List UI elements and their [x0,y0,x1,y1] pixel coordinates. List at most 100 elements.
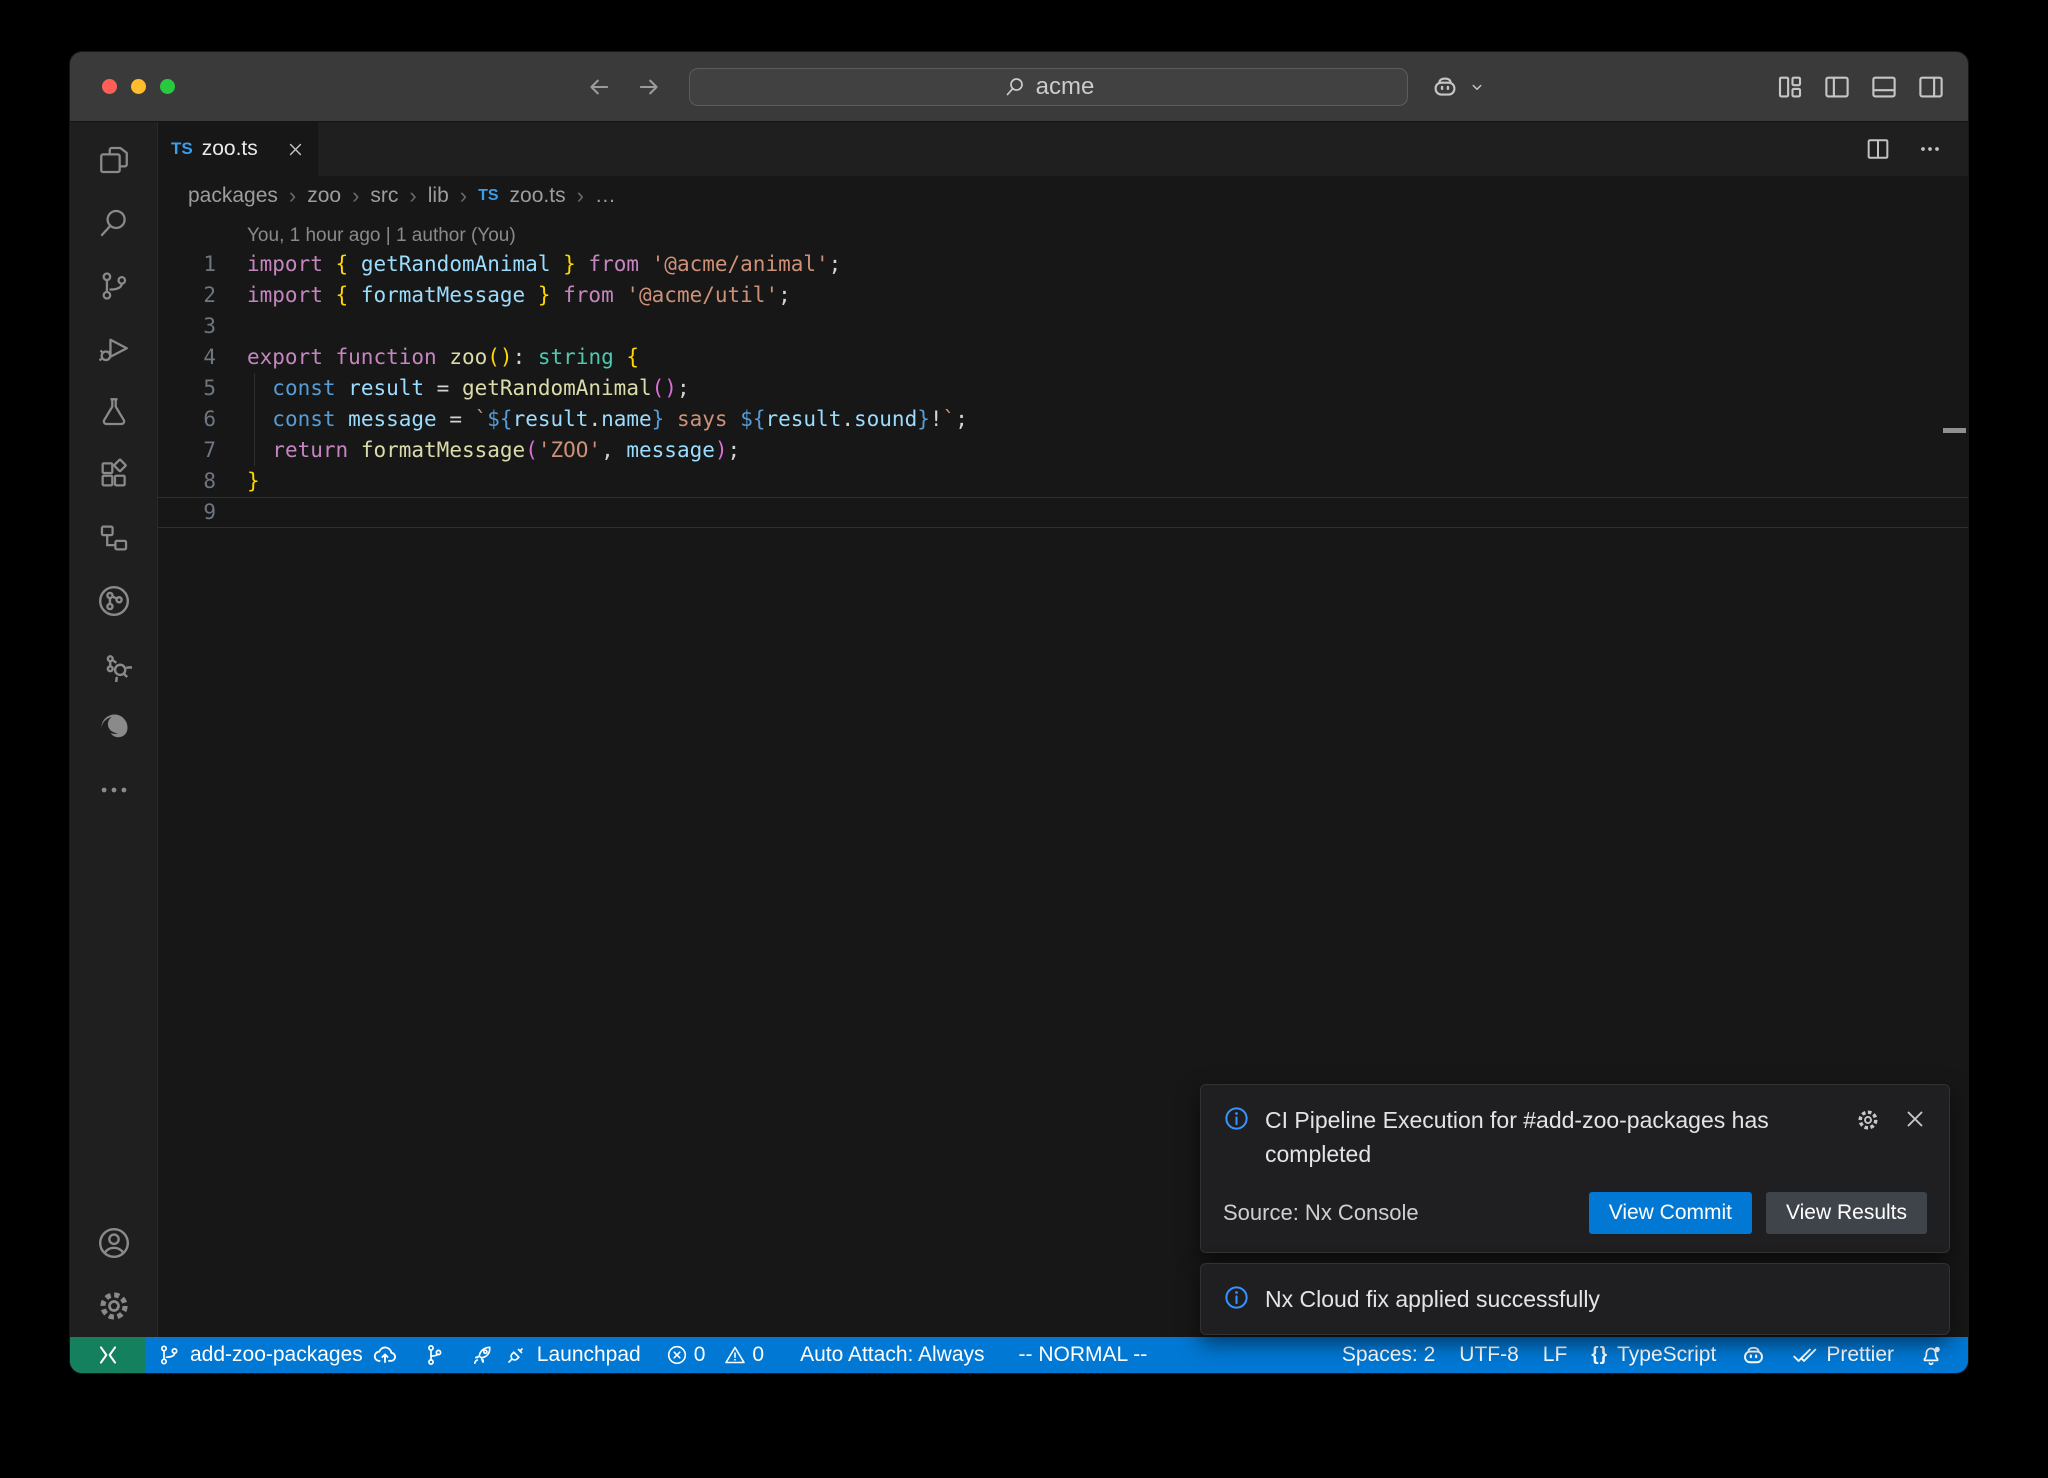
git-branch-status[interactable]: add-zoo-packages [145,1342,410,1368]
info-icon [1223,1284,1250,1311]
zoom-window-button[interactable] [160,79,175,94]
notification-message: CI Pipeline Execution for #add-zoo-packa… [1265,1103,1840,1172]
breadcrumb: packages › zoo › src › lib › TS zoo.ts ›… [158,176,1968,216]
more-actions-icon[interactable] [1916,135,1944,163]
split-editor-icon[interactable] [1864,135,1892,163]
warnings-icon [723,1343,747,1367]
code-line[interactable]: 8} [158,466,1968,497]
explorer-icon[interactable] [70,128,157,191]
line-number: 6 [158,404,216,435]
settings-gear-icon[interactable] [70,1274,157,1337]
auto-attach-status[interactable]: Auto Attach: Always [788,1343,996,1367]
breadcrumb-item-src[interactable]: src [370,184,398,208]
notification-settings-gear-icon[interactable] [1855,1107,1881,1133]
code-line[interactable]: 7 return formatMessage('ZOO', message); [158,435,1968,466]
formatter-label: Prettier [1826,1343,1894,1367]
nx-cloud-icon[interactable] [70,632,157,695]
testing-icon[interactable] [70,380,157,443]
breadcrumb-item-lib[interactable]: lib [428,184,449,208]
formatter-status[interactable]: Prettier [1779,1342,1906,1368]
extensions-icon[interactable] [70,443,157,506]
nx-console-icon[interactable] [70,569,157,632]
line-content: export function zoo(): string { [247,342,639,373]
chevron-down-icon[interactable] [1468,78,1486,96]
rocket-icon [470,1343,495,1368]
code-line[interactable]: 3 [158,311,1968,342]
eol-status[interactable]: LF [1531,1343,1580,1367]
account-icon[interactable] [70,1211,157,1274]
code-line[interactable]: 2import { formatMessage } from '@acme/ut… [158,280,1968,311]
code-line[interactable]: 1import { getRandomAnimal } from '@acme/… [158,249,1968,280]
copilot-icon [1740,1342,1767,1369]
errors-count: 0 [694,1343,706,1367]
git-graph-status[interactable] [410,1343,458,1367]
toggle-panel-icon[interactable] [1869,72,1899,102]
line-content: const message = `${result.name} says ${r… [247,404,968,435]
remote-indicator[interactable] [70,1337,145,1373]
line-content: return formatMessage('ZOO', message); [247,435,740,466]
encoding-status[interactable]: UTF-8 [1447,1343,1531,1367]
view-results-button[interactable]: View Results [1766,1192,1927,1234]
source-control-icon[interactable] [70,254,157,317]
notification-message: Nx Cloud fix applied successfully [1265,1282,1600,1317]
search-query-text: acme [1036,73,1095,101]
forward-arrow-icon[interactable] [635,73,663,101]
copilot-icon[interactable] [1430,72,1460,102]
breadcrumb-item-packages[interactable]: packages [188,184,278,208]
line-number: 8 [158,466,216,497]
bell-icon [1918,1342,1944,1368]
view-commit-button[interactable]: View Commit [1589,1192,1752,1234]
more-views-icon[interactable] [70,758,157,821]
code-line[interactable]: 9 [158,497,1968,528]
minimize-window-button[interactable] [131,79,146,94]
edge-browser-icon[interactable] [70,695,157,758]
indentation-status[interactable]: Spaces: 2 [1330,1343,1447,1367]
copilot-status[interactable] [1728,1342,1779,1369]
errors-icon [665,1343,689,1367]
breadcrumb-item-symbol[interactable]: … [595,184,616,208]
overview-ruler-mark [1943,428,1966,433]
breadcrumb-separator: › [289,183,296,209]
code-line[interactable]: 6 const message = `${result.name} says $… [158,404,1968,435]
close-tab-icon[interactable] [287,141,304,158]
code-line[interactable]: 5 const result = getRandomAnimal(); [158,373,1968,404]
language-label: TypeScript [1617,1343,1716,1367]
auto-attach-label: Auto Attach: Always [800,1343,984,1367]
notifications-bell[interactable] [1906,1342,1956,1368]
git-graph-icon [422,1343,446,1367]
search-sidebar-icon[interactable] [70,191,157,254]
window-controls [70,79,230,94]
project-structure-icon[interactable] [70,506,157,569]
launchpad-status[interactable]: Launchpad [458,1343,653,1368]
line-number: 9 [158,498,216,527]
breadcrumb-separator: › [352,183,359,209]
run-debug-icon[interactable] [70,317,157,380]
activity-bar [70,122,158,1337]
title-bar: acme [70,52,1968,122]
breadcrumb-item-zoo-ts[interactable]: zoo.ts [510,184,566,208]
braces-icon: {} [1591,1344,1608,1366]
code-line[interactable]: 4 export function zoo(): string { [158,342,1968,373]
line-number: 4 [158,342,216,373]
launchpad-label: Launchpad [537,1343,641,1367]
command-center-search[interactable]: acme [689,68,1408,106]
vscode-window: acme [70,52,1968,1373]
customize-layout-icon[interactable] [1775,72,1805,102]
git-blame-annotation: You, 1 hour ago | 1 author (You) [158,222,1968,249]
notification-close-icon[interactable] [1903,1107,1927,1133]
line-number: 7 [158,435,216,466]
close-window-button[interactable] [102,79,117,94]
line-number: 2 [158,280,216,311]
toggle-primary-sidebar-icon[interactable] [1822,72,1852,102]
language-mode-status[interactable]: {} TypeScript [1579,1343,1728,1367]
tab-bar: TS zoo.ts [158,122,1968,176]
breadcrumb-separator: › [460,183,467,209]
breadcrumb-item-zoo[interactable]: zoo [307,184,341,208]
vim-mode-status[interactable]: -- NORMAL -- [1007,1343,1160,1367]
toggle-secondary-sidebar-icon[interactable] [1916,72,1946,102]
eol-label: LF [1543,1343,1568,1367]
line-content: const result = getRandomAnimal(); [247,373,690,404]
back-arrow-icon[interactable] [585,73,613,101]
problems-status[interactable]: 0 0 [653,1343,776,1367]
tab-zoo-ts[interactable]: TS zoo.ts [158,122,318,176]
